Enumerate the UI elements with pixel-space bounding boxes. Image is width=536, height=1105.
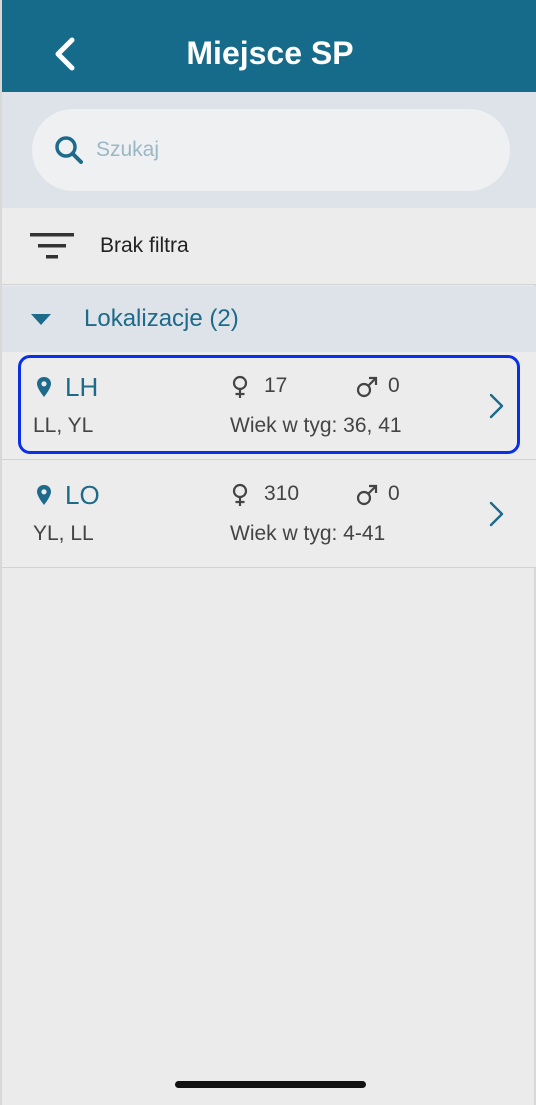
location-codes: LL, YL <box>33 414 94 437</box>
male-count: 0 <box>388 482 400 505</box>
section-label: Lokalizacje (2) <box>84 305 239 332</box>
chevron-right-icon <box>489 501 504 527</box>
home-indicator[interactable] <box>175 1081 366 1088</box>
search-box[interactable] <box>32 109 510 191</box>
selection-highlight <box>18 355 520 454</box>
location-name: LH <box>65 372 99 402</box>
search-area <box>2 92 536 208</box>
nav-header: Miejsce SP <box>2 0 536 92</box>
caret-down-icon <box>31 314 51 325</box>
female-icon <box>232 483 248 506</box>
age-weeks: Wiek w tyg: 4-41 <box>230 522 386 545</box>
filter-bar[interactable]: Brak filtra <box>2 208 536 285</box>
filter-icon <box>30 233 74 259</box>
list-item[interactable]: LO YL, LL 310 0 Wiek w tyg: 4-41 <box>2 460 536 568</box>
location-pin-icon <box>37 377 51 397</box>
back-button[interactable] <box>42 32 86 76</box>
age-weeks: Wiek w tyg: 36, 41 <box>230 414 402 437</box>
app-screen: Miejsce SP Brak filtra Lokalizacje (2) <box>0 0 536 1105</box>
list-item[interactable]: LH LL, YL 17 0 Wiek w tyg: 36, 41 <box>2 352 536 460</box>
chevron-right-icon <box>489 393 504 419</box>
search-input[interactable] <box>96 138 476 162</box>
filter-label: Brak filtra <box>100 234 189 257</box>
male-icon <box>356 376 378 398</box>
female-count: 310 <box>264 482 300 505</box>
search-icon <box>55 136 83 164</box>
page-title: Miejsce SP <box>186 34 354 71</box>
chevron-left-icon <box>55 37 75 71</box>
female-icon <box>232 375 248 398</box>
female-count: 17 <box>264 374 288 397</box>
location-codes: YL, LL <box>33 522 94 545</box>
location-pin-icon <box>37 485 51 505</box>
male-icon <box>356 484 378 506</box>
male-count: 0 <box>388 374 400 397</box>
section-header-locations[interactable]: Lokalizacje (2) <box>2 286 536 352</box>
location-name: LO <box>65 480 100 510</box>
